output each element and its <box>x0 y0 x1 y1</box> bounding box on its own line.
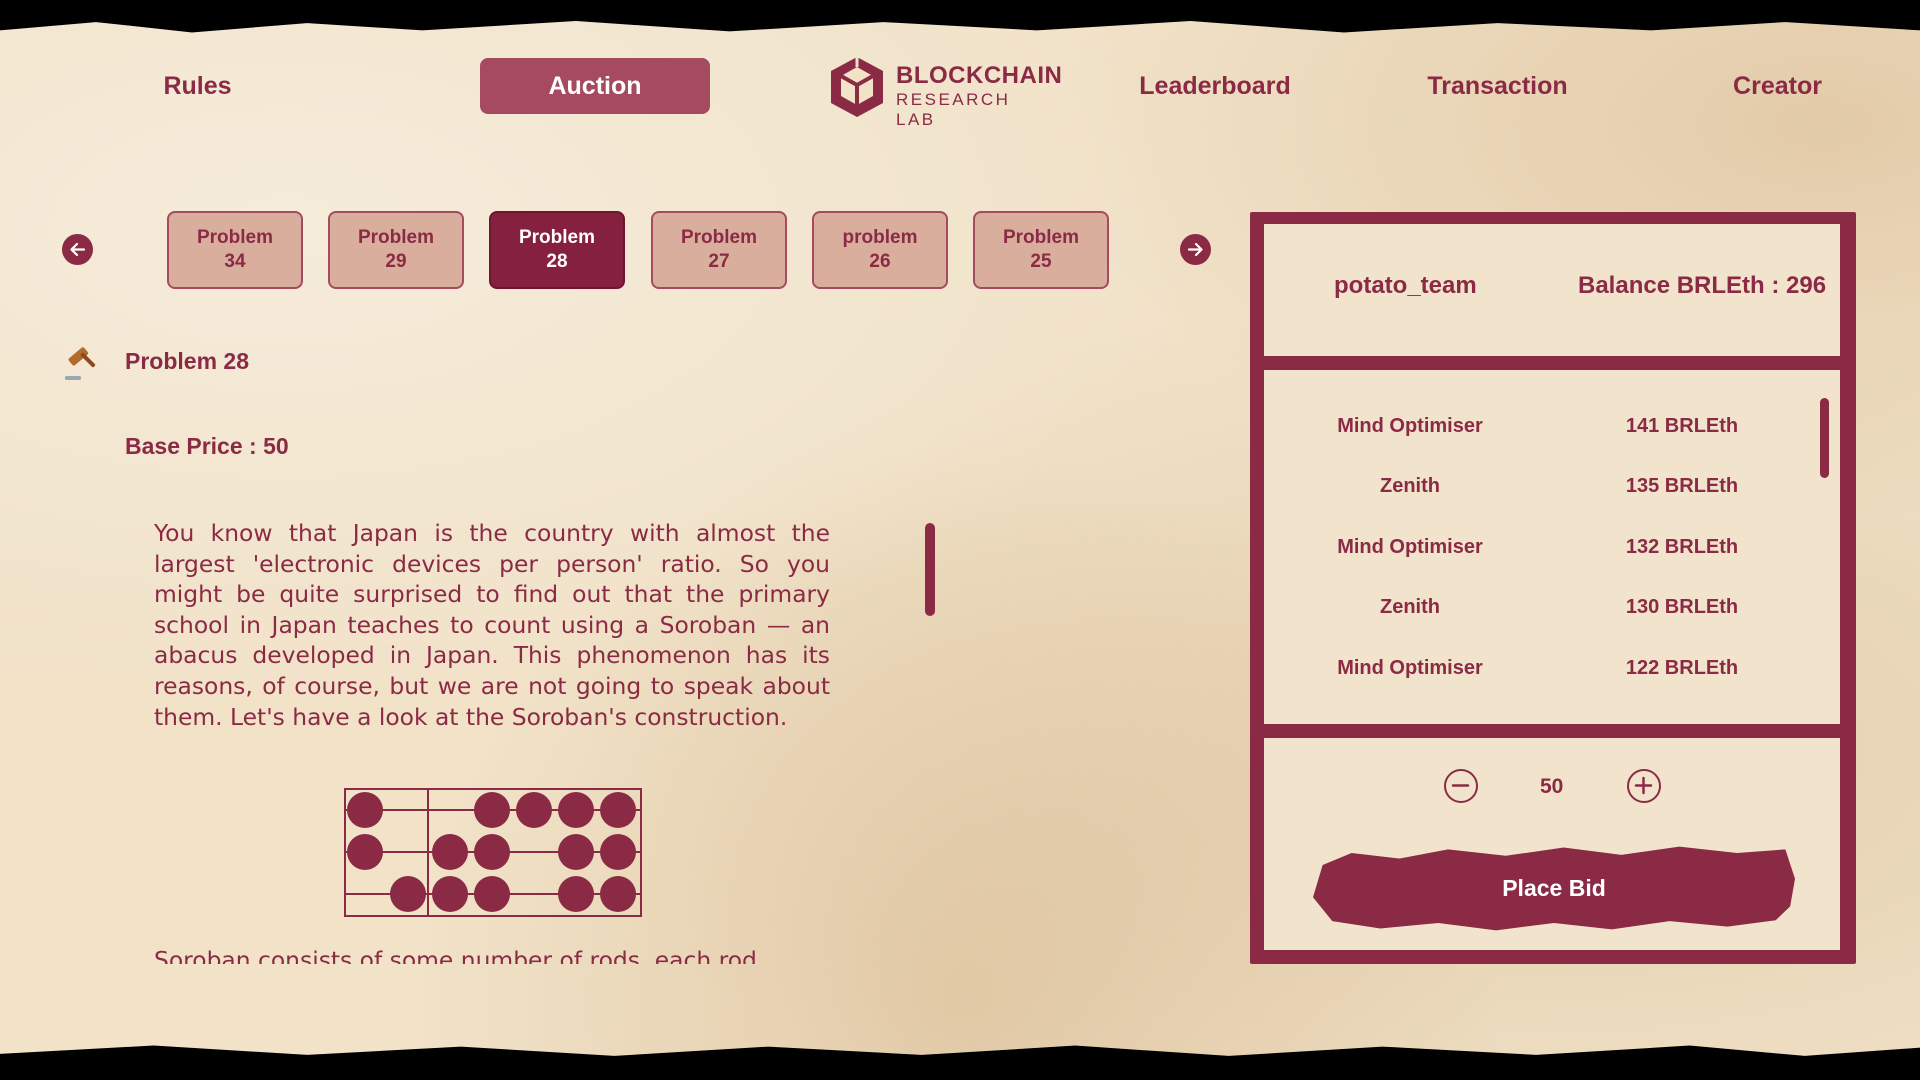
problem-tab-number: 34 <box>224 251 246 272</box>
logo: BLOCKCHAIN RESEARCH LAB <box>826 54 1062 129</box>
description-scrollbar[interactable] <box>925 523 935 616</box>
decrease-bid-button[interactable] <box>1444 769 1478 803</box>
plus-circle-icon <box>1634 776 1653 795</box>
bid-row-amount: 122 BRLEth <box>1625 657 1739 679</box>
problem-tab-number: 27 <box>708 251 730 272</box>
nav-rules[interactable]: Rules <box>140 58 255 114</box>
problem-tab-27[interactable]: Problem 27 <box>651 211 787 289</box>
problem-description-continued: Soroban consists of some number of rods,… <box>154 946 757 964</box>
bid-list-scrollbar[interactable] <box>1820 398 1829 478</box>
next-arrow-button[interactable] <box>1180 234 1211 265</box>
gavel-icon <box>65 347 96 380</box>
problem-tab-number: 26 <box>869 251 891 272</box>
problem-tab-label: Problem <box>680 227 758 248</box>
problem-tab-26[interactable]: problem 26 <box>812 211 948 289</box>
arrow-right-icon <box>1187 242 1203 257</box>
bid-row-name: Mind Optimiser <box>1337 536 1483 558</box>
cube-logo-icon <box>831 57 883 117</box>
problem-title: Problem 28 <box>125 348 249 374</box>
minus-circle-icon <box>1451 784 1470 787</box>
logo-subtitle: RESEARCH LAB <box>896 90 1011 129</box>
increase-bid-button[interactable] <box>1627 769 1661 803</box>
problem-description-area[interactable]: You know that Japan is the country with … <box>154 518 830 964</box>
team-name: potato_team <box>1334 272 1477 299</box>
bid-row-name: Zenith <box>1380 475 1440 497</box>
problem-tab-number: 28 <box>546 251 568 272</box>
bid-row-amount: 130 BRLEth <box>1625 596 1739 618</box>
base-price: Base Price : 50 <box>125 433 289 459</box>
logo-title: BLOCKCHAIN <box>896 62 1063 89</box>
problem-tab-number: 25 <box>1030 251 1052 272</box>
nav-creator[interactable]: Creator <box>1720 58 1835 114</box>
problem-tab-25[interactable]: Problem 25 <box>973 211 1109 289</box>
soroban-abacus-image <box>344 788 642 917</box>
nav-transaction[interactable]: Transaction <box>1410 58 1585 114</box>
bid-amount-value[interactable]: 50 <box>1540 775 1563 799</box>
arrow-left-icon <box>70 242 86 257</box>
problem-tab-label: Problem <box>518 227 596 248</box>
problem-tab-label: Problem <box>1002 227 1080 248</box>
bid-row-name: Mind Optimiser <box>1337 657 1483 679</box>
bid-row-amount: 135 BRLEth <box>1625 475 1739 497</box>
problem-tab-28[interactable]: Problem 28 <box>489 211 625 289</box>
bid-row-amount: 132 BRLEth <box>1625 536 1739 558</box>
nav-leaderboard[interactable]: Leaderboard <box>1125 58 1305 114</box>
problem-tab-label: Problem <box>196 227 274 248</box>
nav-auction[interactable]: Auction <box>480 58 710 114</box>
problem-tab-34[interactable]: Problem 34 <box>167 211 303 289</box>
problem-tab-label: Problem <box>357 227 435 248</box>
balance: Balance BRLEth : 296 <box>1578 272 1827 299</box>
problem-description: You know that Japan is the country with … <box>154 519 830 731</box>
problem-tab-number: 29 <box>385 251 407 272</box>
bid-row-name: Zenith <box>1380 596 1440 618</box>
bid-row-amount: 141 BRLEth <box>1625 415 1739 437</box>
problem-tab-29[interactable]: Problem 29 <box>328 211 464 289</box>
problem-tab-label: problem <box>842 227 918 248</box>
prev-arrow-button[interactable] <box>62 234 93 265</box>
bid-row-name: Mind Optimiser <box>1337 415 1483 437</box>
